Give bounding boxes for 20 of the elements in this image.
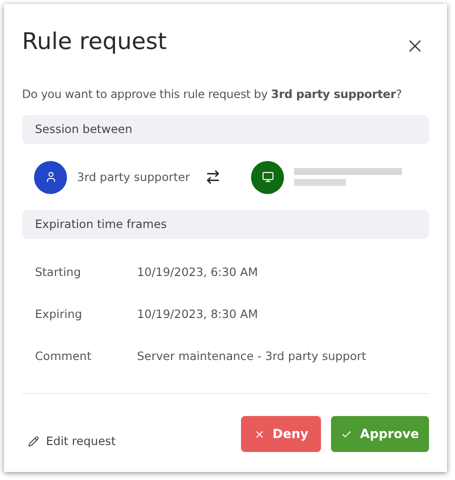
- deny-button[interactable]: Deny: [241, 416, 321, 452]
- swap-arrows-icon: [205, 169, 221, 186]
- field-label: Comment: [35, 348, 92, 365]
- section-header: Session between: [22, 115, 429, 144]
- close-icon: [254, 428, 265, 440]
- dialog-title: Rule request: [22, 28, 167, 57]
- field-label: Expiring: [35, 306, 84, 323]
- field-value: Server maintenance - 3rd party support: [137, 348, 366, 365]
- device-avatar-icon: [251, 160, 284, 194]
- user-avatar-icon: [34, 160, 67, 194]
- question-text: Do you want to approve this rule request by 3rd party supporter?: [22, 86, 403, 103]
- approve-button[interactable]: Approve: [331, 416, 429, 452]
- field-value: 10/19/2023, 8:30 AM: [137, 306, 258, 323]
- pencil-icon: [28, 436, 39, 447]
- field-label: Starting: [35, 264, 82, 281]
- field-value: 10/19/2023, 6:30 AM: [137, 264, 258, 281]
- participant-name: 3rd party supporter: [77, 168, 191, 186]
- check-icon: [341, 428, 352, 440]
- edit-request-link[interactable]: Edit request: [28, 432, 116, 450]
- section-header: Expiration time frames: [22, 210, 429, 240]
